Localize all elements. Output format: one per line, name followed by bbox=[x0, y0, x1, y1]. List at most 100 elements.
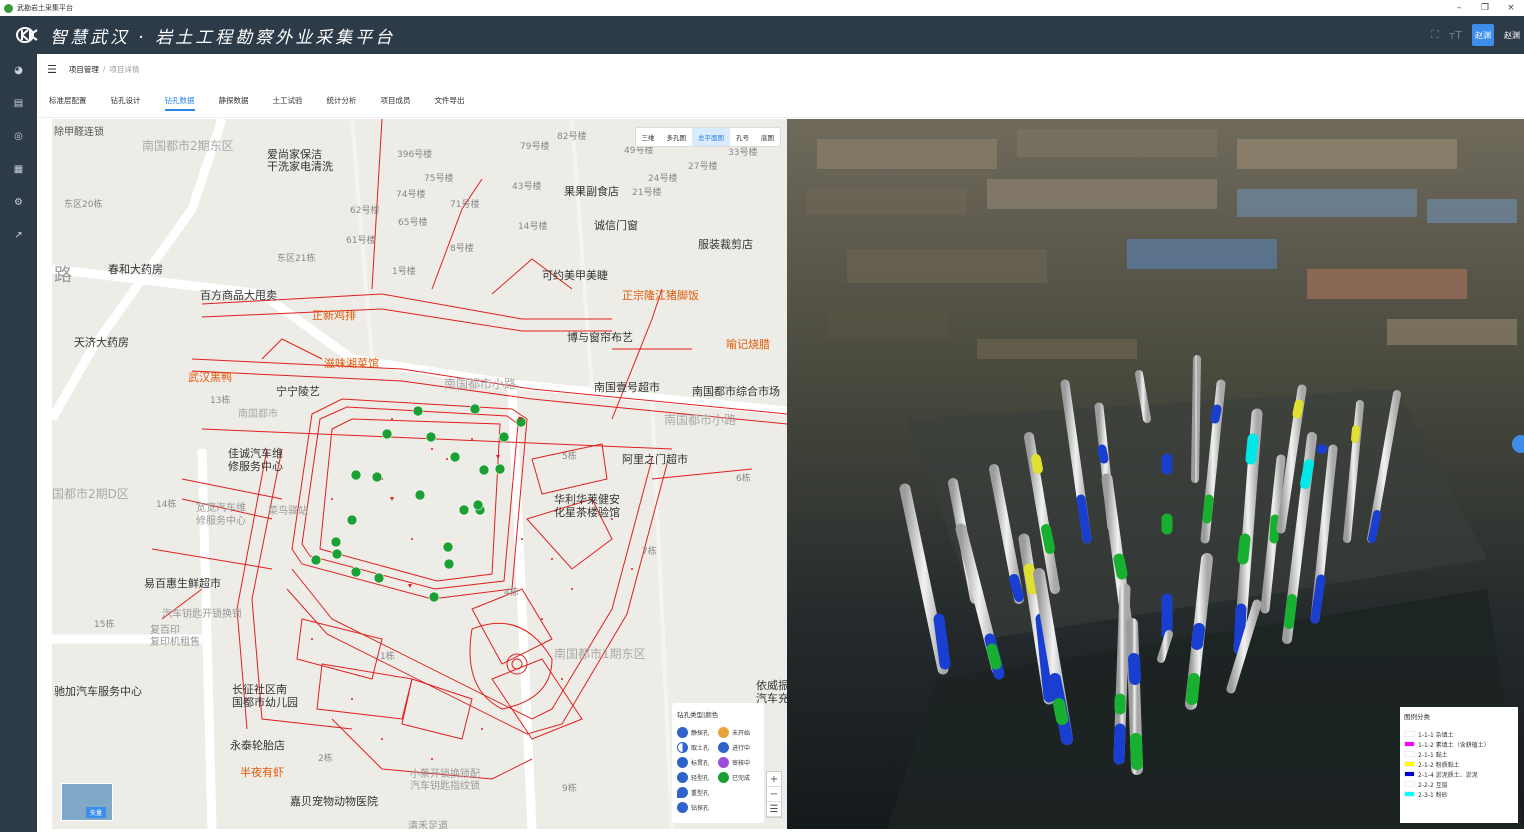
legend-label: 审核中 bbox=[732, 760, 751, 767]
breadcrumb-root[interactable]: 项目管理 bbox=[69, 64, 99, 75]
layers-button[interactable]: ☰ bbox=[767, 802, 781, 817]
map-label: 5栋 bbox=[562, 452, 577, 462]
legend-label: 标贯孔 bbox=[691, 760, 710, 767]
map-label: 9栋 bbox=[562, 784, 577, 794]
mode-multi-hole-button[interactable]: 多孔图 bbox=[661, 128, 693, 146]
map-label: 爱尚家保洁 干洗家电清洗 bbox=[267, 148, 333, 173]
map-label: 易百惠生鲜超市 bbox=[144, 577, 221, 590]
legend-label: 重型孔 bbox=[691, 790, 710, 797]
tab-members[interactable]: 项目成员 bbox=[381, 84, 411, 118]
map-label: 长征社区南 国都市幼儿园 bbox=[232, 683, 298, 709]
window-titlebar: 武勘岩土采集平台 – ❐ × bbox=[0, 0, 1524, 16]
swatch-icon bbox=[1404, 761, 1415, 767]
legend-label: 已完成 bbox=[732, 775, 751, 782]
basemap-thumbnail[interactable]: 矢量 bbox=[61, 783, 113, 821]
map-label: 南国都市综合市场 bbox=[692, 385, 780, 398]
stratum-label: 2-1-4 淤泥质土、淤泥 bbox=[1418, 771, 1478, 779]
map-label: 东区20栋 bbox=[64, 200, 103, 210]
tab-cpt-data[interactable]: 静探数据 bbox=[219, 84, 249, 118]
stratum-legend: 图例分类 1-1-1 杂填土 1-1-2 素填土（含耕植土） 2-1-1 黏土 … bbox=[1400, 707, 1518, 823]
map-label: 佳诚汽车维 修服务中心 bbox=[228, 447, 283, 473]
zoom-in-button[interactable]: + bbox=[767, 772, 781, 787]
document-icon[interactable]: ▤ bbox=[0, 87, 37, 120]
mode-basemap-button[interactable]: 底图 bbox=[755, 128, 780, 146]
map-label: 1号楼 bbox=[392, 267, 416, 277]
tab-borehole-data[interactable]: 钻孔数据 bbox=[164, 84, 195, 118]
map-label: 东区21栋 bbox=[277, 254, 316, 264]
zoom-control: + − ☰ bbox=[766, 771, 782, 818]
user-name[interactable]: 赵渊 bbox=[1504, 30, 1520, 41]
window-title: 武勘岩土采集平台 bbox=[17, 4, 73, 12]
map-label: 13栋 bbox=[210, 396, 231, 406]
map-label: 汽车钥匙开锁换锁 bbox=[162, 609, 242, 620]
map-label: 诚信门窗 bbox=[594, 219, 638, 232]
map-label: 8号楼 bbox=[450, 244, 474, 254]
legend-label: 取土孔 bbox=[691, 745, 710, 752]
swatch-icon bbox=[1404, 731, 1415, 737]
map-label: 南国都市2期东区 bbox=[142, 139, 234, 153]
cpt-hole-icon bbox=[677, 727, 688, 738]
close-button[interactable]: × bbox=[1498, 3, 1524, 13]
export-icon[interactable]: ↗ bbox=[0, 219, 37, 252]
maximize-button[interactable]: ❐ bbox=[1472, 3, 1498, 13]
app-header: 智慧武汉 · 岩土工程勘察外业采集平台 ⛶ ᴛT 赵渊 赵渊 bbox=[0, 16, 1524, 54]
map-label: 复百印 复印机租售 bbox=[150, 625, 200, 648]
map-label: 2栋 bbox=[318, 754, 333, 764]
map-label: 宁宁陵艺 bbox=[276, 385, 320, 398]
map-label: 62号楼 bbox=[350, 206, 380, 216]
map-label: 南国都市1期东区 bbox=[554, 647, 646, 661]
swatch-icon bbox=[1404, 751, 1415, 757]
tab-borehole-design[interactable]: 钻孔设计 bbox=[111, 84, 141, 118]
tab-export[interactable]: 文件导出 bbox=[435, 84, 465, 118]
map-label: 喻记烧腊 bbox=[726, 338, 770, 351]
tab-statistics[interactable]: 统计分析 bbox=[327, 84, 357, 118]
tab-standard-layer[interactable]: 标准层配置 bbox=[49, 84, 87, 118]
map-label: 清禾足道 bbox=[408, 821, 448, 829]
map-label: 南国都市 bbox=[238, 409, 278, 420]
map-label: 国都市2期D区 bbox=[52, 487, 129, 501]
fullscreen-icon[interactable]: ⛶ bbox=[1431, 28, 1439, 42]
map-label: 滋味湘菜馆 bbox=[324, 357, 379, 370]
app-title: 智慧武汉 · 岩土工程勘察外业采集平台 bbox=[50, 27, 396, 48]
map-label: 服装裁剪店 bbox=[698, 238, 753, 251]
mode-site-plan-button[interactable]: 总平面图 bbox=[692, 128, 730, 146]
site-plan-map[interactable]: 除甲醛连锁 南国都市2期东区 爱尚家保洁 干洗家电清洗 396号楼 79号楼 8… bbox=[52, 119, 787, 829]
map-label: 阿里之门超市 bbox=[622, 453, 688, 466]
legend-title: 钻孔类型|颜色 bbox=[677, 711, 719, 719]
dashboard-icon[interactable]: ◕ bbox=[0, 54, 37, 87]
map-label: 南国都市小路 bbox=[444, 377, 517, 391]
minimize-button[interactable]: – bbox=[1446, 3, 1472, 13]
stratum-label: 2-1-1 黏土 bbox=[1418, 751, 1448, 759]
map-label: 宽宽汽车维 修服务中心 bbox=[196, 503, 246, 527]
map-label: 396号楼 bbox=[397, 150, 433, 160]
map-label: 61号楼 bbox=[346, 236, 376, 246]
map-label: 除甲醛连锁 bbox=[54, 127, 104, 138]
map-label: 75号楼 bbox=[424, 174, 454, 184]
borehole-3d-view[interactable]: 图例分类 1-1-1 杂填土 1-1-2 素填土（含耕植土） 2-1-1 黏土 … bbox=[787, 119, 1524, 829]
stratum-label: 2-1-2 粉质黏土 bbox=[1418, 761, 1460, 769]
stratum-label: 1-1-1 杂填土 bbox=[1418, 731, 1454, 739]
mode-3d-button[interactable]: 三维 bbox=[636, 128, 661, 146]
map-label: 正宗隆江猪脚饭 bbox=[622, 289, 699, 302]
target-icon[interactable]: ◎ bbox=[0, 120, 37, 153]
tab-soil-test[interactable]: 土工试验 bbox=[273, 84, 303, 118]
under-review-icon bbox=[718, 757, 729, 768]
swatch-icon bbox=[1404, 791, 1415, 797]
map-label: 驰加汽车服务中心 bbox=[54, 685, 142, 698]
map-label: 武汉黑鸭 bbox=[188, 371, 232, 384]
logo-icon bbox=[16, 27, 42, 43]
mode-hole-number-button[interactable]: 孔号 bbox=[730, 128, 755, 146]
grid-icon[interactable]: ▦ bbox=[0, 153, 37, 186]
font-size-icon[interactable]: ᴛT bbox=[1449, 29, 1462, 42]
map-label: 79号楼 bbox=[520, 142, 550, 152]
settings-icon[interactable]: ⚙ bbox=[0, 186, 37, 219]
map-label: 27号楼 bbox=[688, 162, 718, 172]
menu-toggle-icon[interactable]: ☰ bbox=[47, 63, 57, 76]
map-label: 半夜有虾 bbox=[240, 766, 284, 779]
legend-label: 进行中 bbox=[732, 745, 751, 752]
app-icon bbox=[4, 3, 13, 13]
avatar[interactable]: 赵渊 bbox=[1472, 24, 1494, 46]
zoom-out-button[interactable]: − bbox=[767, 787, 781, 802]
basemap-label: 矢量 bbox=[86, 807, 107, 818]
map-label: 永泰轮胎店 bbox=[230, 739, 285, 752]
